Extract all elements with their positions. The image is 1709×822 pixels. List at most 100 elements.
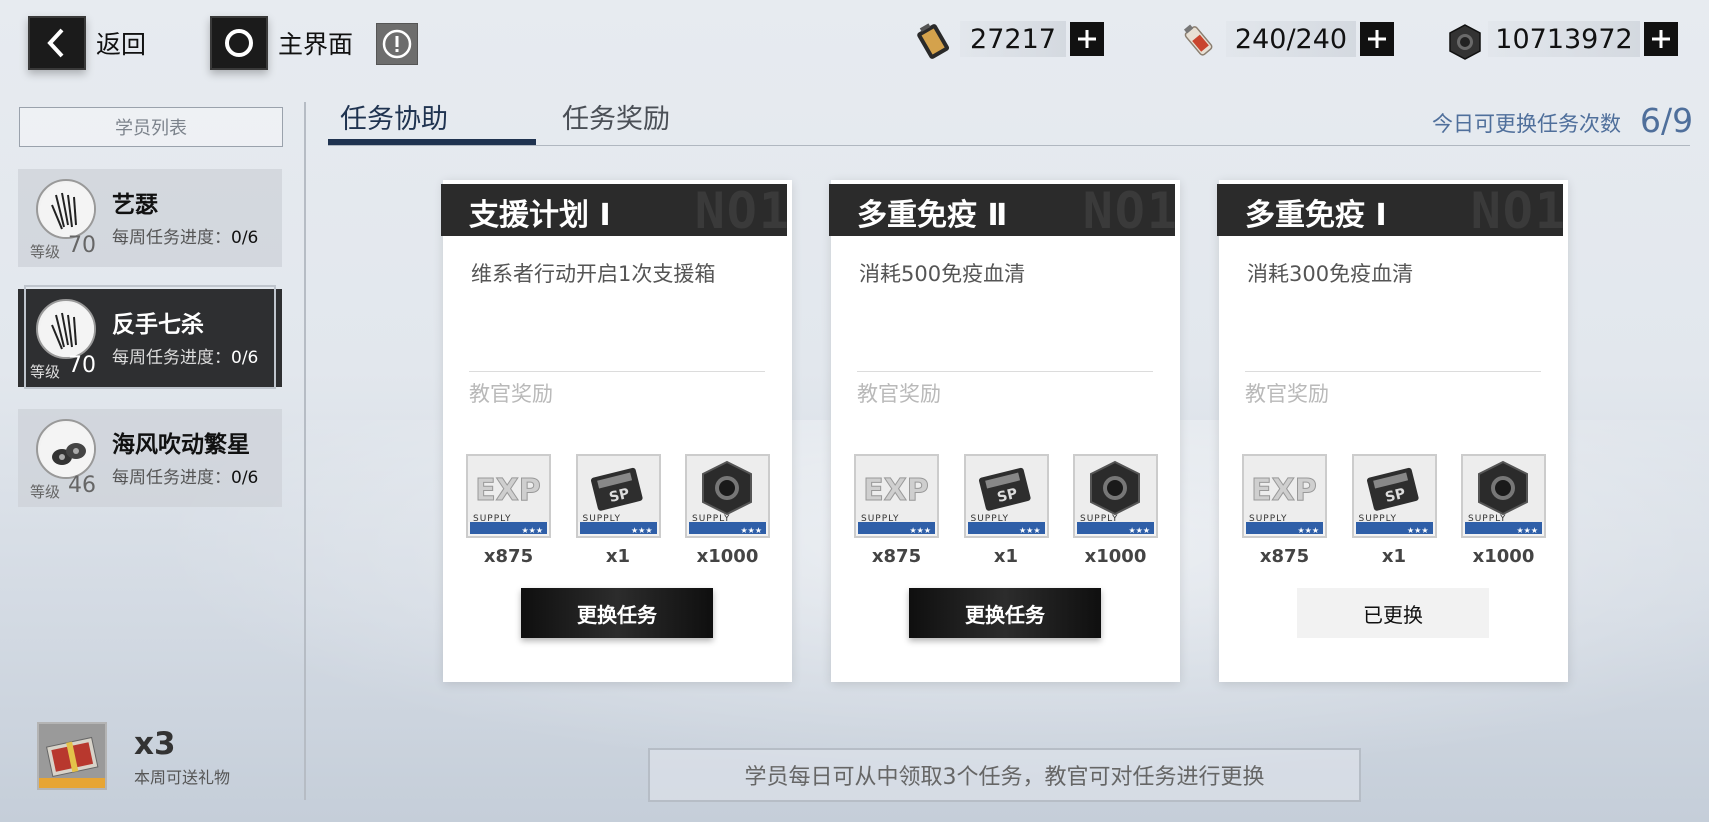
level-value: 70	[68, 233, 96, 258]
reward-list: EXP SUPPLY ★★★ x875 SP SUPPLY ★★★ x1 SUP…	[854, 454, 1158, 567]
reward-qty: x875	[871, 546, 922, 567]
hex-nut-icon: SUPPLY ★★★	[685, 454, 770, 538]
home-button[interactable]: 主界面	[210, 16, 353, 70]
exp-supply-icon: EXP SUPPLY ★★★	[1242, 454, 1327, 538]
card-title: 多重免疫 Ⅱ	[857, 198, 1008, 233]
reward-qty: x1	[993, 546, 1019, 567]
tab-baseline	[328, 145, 1690, 146]
student-item-selected[interactable]: 等级 70 反手七杀 每周任务进度：0/6	[18, 289, 282, 387]
plus-icon	[1078, 30, 1096, 48]
sp-card-icon: SP SUPPLY ★★★	[575, 454, 661, 538]
card-header: NO1 多重免疫 Ⅱ	[829, 184, 1175, 236]
exp-supply-icon: EXP SUPPLY ★★★	[466, 454, 551, 538]
level-value: 46	[68, 473, 96, 498]
reward-item[interactable]: SP SUPPLY ★★★ x1	[963, 454, 1049, 567]
reward-qty: x1000	[696, 546, 759, 567]
student-name: 反手七杀	[112, 312, 204, 338]
supply-text: SUPPLY	[1358, 514, 1397, 524]
swap-count-value: 6/9	[1640, 101, 1694, 140]
reward-item[interactable]: SUPPLY ★★★ x1000	[1073, 454, 1158, 567]
rarity-stars: ★★★	[630, 526, 653, 535]
task-card: NO1 支援计划 Ⅰ 维系者行动开启1次支援箱 教官奖励 EXP SUPPLY …	[441, 180, 792, 682]
sp-card-icon: SP SUPPLY ★★★	[963, 454, 1049, 538]
chevron-left-icon	[28, 16, 86, 70]
progress-value: 0/6	[231, 228, 259, 248]
supply-text: SUPPLY	[1080, 514, 1119, 524]
level-label: 等级	[30, 363, 61, 381]
resource-stamina: 240/240	[1226, 21, 1394, 57]
resource-stamina-value: 240/240	[1226, 21, 1356, 57]
student-progress: 每周任务进度：0/6	[112, 223, 258, 248]
student-progress: 每周任务进度：0/6	[112, 463, 258, 488]
reward-qty: x1000	[1084, 546, 1147, 567]
student-progress: 每周任务进度：0/6	[112, 343, 258, 368]
rarity-stars: ★★★	[909, 526, 931, 535]
sp-card-icon: SP SUPPLY ★★★	[1351, 454, 1437, 538]
supply-text: SUPPLY	[970, 514, 1009, 524]
supply-text: SUPPLY	[582, 514, 621, 524]
hex-nut-icon: SUPPLY ★★★	[1461, 454, 1546, 538]
replace-task-button[interactable]: 更换任务	[909, 588, 1101, 638]
reward-item[interactable]: SUPPLY ★★★ x1000	[685, 454, 770, 567]
reward-list: EXP SUPPLY ★★★ x875 SP SUPPLY ★★★ x1 SUP…	[1242, 454, 1546, 567]
roster-title: 学员列表	[19, 107, 283, 147]
battery-fuel-icon	[912, 20, 956, 66]
resource-parts: 10713972	[1488, 21, 1678, 57]
student-item[interactable]: 等级 46 海风吹动繁星 每周任务进度：0/6	[18, 409, 282, 507]
card-divider	[857, 371, 1153, 372]
resource-fuel-value: 27217	[960, 21, 1066, 57]
replace-task-button[interactable]: 更换任务	[521, 588, 713, 638]
card-header: NO1 多重免疫 Ⅰ	[1217, 184, 1563, 236]
info-icon	[382, 29, 412, 59]
reward-item[interactable]: EXP SUPPLY ★★★ x875	[466, 454, 551, 567]
card-watermark: NO1	[1470, 184, 1563, 236]
progress-value: 0/6	[231, 348, 259, 368]
reward-item[interactable]: SP SUPPLY ★★★ x1	[575, 454, 661, 567]
card-title: 支援计划 Ⅰ	[469, 198, 611, 233]
gift-box-icon[interactable]	[37, 722, 107, 790]
rarity-stars: ★★★	[1297, 526, 1319, 535]
student-name: 海风吹动繁星	[112, 432, 250, 458]
sidebar-divider	[304, 102, 306, 800]
supply-text: SUPPLY	[473, 514, 512, 524]
student-item[interactable]: 等级 70 艺瑟 每周任务进度：0/6	[18, 169, 282, 267]
reward-qty: x1000	[1472, 546, 1535, 567]
reward-item[interactable]: EXP SUPPLY ★★★ x875	[854, 454, 939, 567]
info-button[interactable]	[376, 23, 418, 65]
resource-parts-value: 10713972	[1488, 21, 1640, 57]
syringe-stamina-icon	[1178, 20, 1222, 66]
reward-qty: x875	[1259, 546, 1310, 567]
reward-label: 教官奖励	[857, 382, 941, 406]
add-fuel-button[interactable]	[1070, 22, 1104, 56]
add-stamina-button[interactable]	[1360, 22, 1394, 56]
reward-qty: x875	[483, 546, 534, 567]
rarity-stars: ★★★	[1018, 526, 1041, 535]
rarity-stars: ★★★	[1406, 526, 1429, 535]
exp-supply-icon: EXP SUPPLY ★★★	[854, 454, 939, 538]
supply-text: SUPPLY	[1249, 514, 1288, 524]
student-avatar	[36, 299, 96, 359]
reward-list: EXP SUPPLY ★★★ x875 SP SUPPLY ★★★ x1 SUP…	[466, 454, 770, 567]
home-circle-icon	[210, 16, 268, 70]
student-avatar	[36, 419, 96, 479]
gift-label: 本周可送礼物	[134, 768, 231, 787]
reward-label: 教官奖励	[1245, 382, 1329, 406]
student-avatar	[36, 179, 96, 239]
card-description: 消耗500免疫血清	[859, 262, 1026, 286]
level-label: 等级	[30, 483, 61, 501]
add-parts-button[interactable]	[1644, 22, 1678, 56]
tab-task-assist[interactable]: 任务协助	[340, 97, 448, 136]
progress-label: 每周任务进度：	[112, 348, 231, 368]
swap-count-label: 今日可更换任务次数	[1432, 112, 1621, 136]
plus-icon	[1368, 30, 1386, 48]
back-button[interactable]: 返回	[28, 16, 146, 70]
card-divider	[469, 371, 765, 372]
svg-text:EXP: EXP	[475, 473, 541, 508]
card-title: 多重免疫 Ⅰ	[1245, 198, 1387, 233]
tab-task-reward[interactable]: 任务奖励	[562, 97, 670, 136]
reward-item[interactable]: SP SUPPLY ★★★ x1	[1351, 454, 1437, 567]
replaced-button[interactable]: 已更换	[1297, 588, 1489, 638]
task-card: NO1 多重免疫 Ⅱ 消耗500免疫血清 教官奖励 EXP SUPPLY ★★★…	[829, 180, 1180, 682]
reward-item[interactable]: SUPPLY ★★★ x1000	[1461, 454, 1546, 567]
reward-item[interactable]: EXP SUPPLY ★★★ x875	[1242, 454, 1327, 567]
